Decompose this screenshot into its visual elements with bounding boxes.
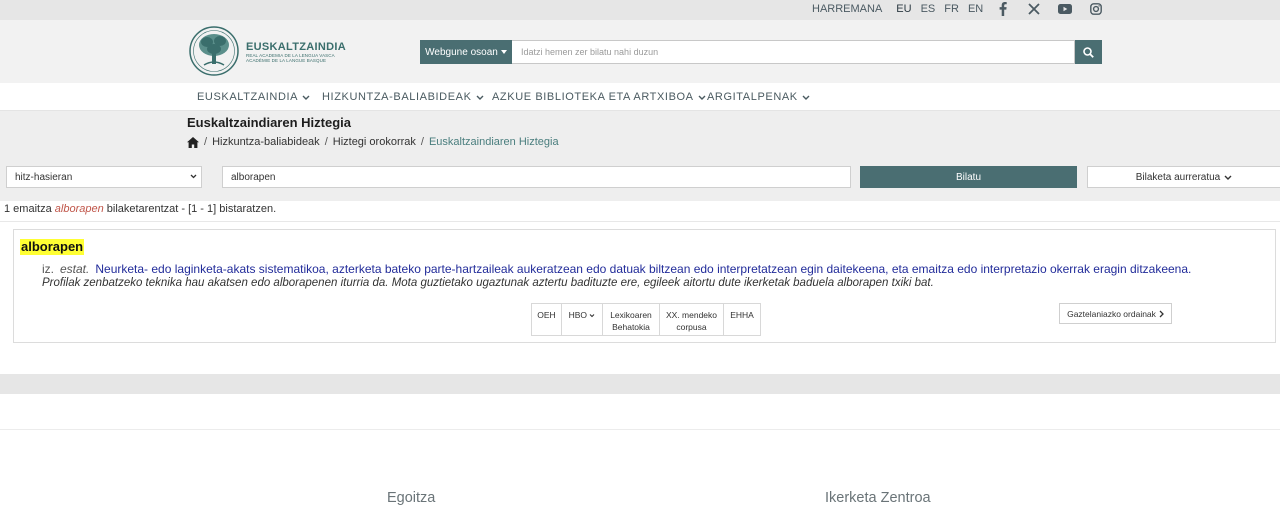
ref-xx-mendeko-corpusa[interactable]: XX. mendeko corpusa <box>660 304 724 335</box>
ref-lexikoaren-behatokia[interactable]: Lexikoaren Behatokia <box>603 304 660 335</box>
breadcrumb-separator: / <box>204 136 208 148</box>
footer-egoitza-heading: Egoitza <box>387 490 436 506</box>
lang-fr[interactable]: FR <box>944 3 959 15</box>
nav-argitalpenak[interactable]: ARGITALPENAK <box>707 91 810 103</box>
x-icon[interactable] <box>1027 2 1041 16</box>
ref-ehha[interactable]: EHHA <box>724 304 760 335</box>
entry-definition: Neurketa- edo laginketa-akats sistematik… <box>95 262 1192 276</box>
match-mode-value: hitz-hasieran <box>15 171 73 183</box>
ref-corpusa-label: corpusa <box>676 322 707 332</box>
nav-hizkuntza-baliabideak[interactable]: HIZKUNTZA-BALIABIDEAK <box>322 91 484 103</box>
chevron-down-icon <box>476 95 484 100</box>
ref-behatokia-label: Behatokia <box>612 322 650 332</box>
nav-hizkuntza-baliabideak-label: HIZKUNTZA-BALIABIDEAK <box>322 91 472 103</box>
lang-es[interactable]: ES <box>921 3 936 15</box>
chevron-down-icon <box>302 95 310 100</box>
main-nav: EUSKALTZAINDIA HIZKUNTZA-BALIABIDEAK AZK… <box>0 83 1280 111</box>
nav-euskaltzaindia-label: EUSKALTZAINDIA <box>197 91 299 103</box>
site-search-input[interactable] <box>512 40 1075 64</box>
footer-divider <box>0 429 1280 430</box>
search-scope-dropdown[interactable]: Webgune osoan <box>420 40 512 64</box>
advanced-search-label: Bilaketa aurreratua <box>1135 171 1221 183</box>
lang-en[interactable]: EN <box>968 3 983 15</box>
entry-definition-line: iz. estat. Neurketa- edo laginketa-akats… <box>42 262 1191 276</box>
results-text-after: bilaketarentzat - [1 - 1] bistaratzen. <box>103 203 277 215</box>
breadcrumb: / Hizkuntza-baliabideak / Hiztegi orokor… <box>187 136 559 148</box>
chevron-down-icon <box>698 95 706 100</box>
instagram-icon[interactable] <box>1089 2 1103 16</box>
page-title: Euskaltzaindiaren Hiztegia <box>187 115 351 130</box>
spanish-translations-label: Gaztelaniazko ordainak <box>1067 308 1156 319</box>
top-links: HARREMANA EU ES FR EN <box>812 3 992 15</box>
bilatu-button[interactable]: Bilatu <box>860 166 1077 188</box>
search-scope-label: Webgune osoan <box>425 46 498 58</box>
results-text-before: emaitza <box>10 203 55 215</box>
chevron-down-icon <box>590 314 595 318</box>
lang-eu[interactable]: EU <box>896 3 911 15</box>
nav-argitalpenak-label: ARGITALPENAK <box>707 91 798 103</box>
nav-azkue-biblioteka[interactable]: AZKUE BIBLIOTEKA ETA ARTXIBOA <box>492 91 706 103</box>
dictionary-search-input[interactable] <box>222 166 851 188</box>
spanish-translations-button[interactable]: Gaztelaniazko ordainak <box>1059 303 1172 324</box>
entry-domain: estat. <box>60 262 90 276</box>
ref-oeh[interactable]: OEH <box>532 304 562 335</box>
footer-ikerketa-heading: Ikerketa Zentroa <box>825 490 931 506</box>
search-icon <box>1083 46 1094 58</box>
breadcrumb-hizkuntza-baliabideak[interactable]: Hizkuntza-baliabideak <box>212 136 320 148</box>
chevron-down-icon <box>1224 175 1232 180</box>
facebook-icon[interactable] <box>996 2 1010 16</box>
ref-hbo[interactable]: HBO <box>562 304 603 335</box>
divider <box>0 221 1280 222</box>
dictionary-search-bar: hitz-hasieran Bilatu Bilaketa aurreratua <box>0 161 1280 201</box>
reference-links: OEH HBO Lexikoaren Behatokia XX. mendeko… <box>531 303 761 336</box>
chevron-right-icon <box>1159 310 1164 317</box>
contact-link[interactable]: HARREMANA <box>812 3 882 15</box>
breadcrumb-hiztegi-orokorrak[interactable]: Hiztegi orokorrak <box>333 136 416 148</box>
brand-sub-fr: ACADÉMIE DE LA LANGUE BASQUE <box>246 58 327 63</box>
youtube-icon[interactable] <box>1058 2 1072 16</box>
footer-band <box>0 374 1280 394</box>
home-icon[interactable] <box>187 136 199 148</box>
ref-ehha-label: EHHA <box>730 310 754 320</box>
results-summary: 1 emaitza alborapen bilaketarentzat - [1… <box>4 203 276 215</box>
dictionary-entry-card: alborapen iz. estat. Neurketa- edo lagin… <box>13 229 1276 343</box>
match-mode-select[interactable]: hitz-hasieran <box>6 166 202 188</box>
top-bar: HARREMANA EU ES FR EN <box>0 0 1280 20</box>
breadcrumb-separator: / <box>420 136 424 148</box>
entry-pos: iz. <box>42 262 54 276</box>
breadcrumb-separator: / <box>324 136 328 148</box>
site-header: EUSKALTZAINDIA REAL ACADEMIA DE LA LENGU… <box>0 20 1280 83</box>
brand-name: EUSKALTZAINDIA <box>246 41 346 53</box>
oak-tree-logo-icon[interactable] <box>189 25 239 77</box>
brand-wordmark[interactable]: EUSKALTZAINDIA REAL ACADEMIA DE LA LENGU… <box>246 41 346 63</box>
nav-euskaltzaindia[interactable]: EUSKALTZAINDIA <box>197 91 310 103</box>
social-links <box>996 2 1120 16</box>
site-search-button[interactable] <box>1075 40 1102 64</box>
ref-lexikoaren-label: Lexikoaren <box>610 310 652 320</box>
site-search: Webgune osoan <box>420 40 1102 64</box>
advanced-search-button[interactable]: Bilaketa aurreratua <box>1087 166 1280 188</box>
ref-xx-mendeko-label: XX. mendeko <box>665 310 718 320</box>
title-bar: Euskaltzaindiaren Hiztegia / Hizkuntza-b… <box>0 111 1280 161</box>
ref-oeh-label: OEH <box>537 310 556 320</box>
caret-down-icon <box>500 50 507 54</box>
chevron-down-icon <box>802 95 810 100</box>
results-term: alborapen <box>54 203 104 215</box>
ref-hbo-label: HBO <box>568 310 588 320</box>
breadcrumb-current: Euskaltzaindiaren Hiztegia <box>428 136 559 148</box>
entry-example: Profilak zenbatzeko teknika hau akatsen … <box>42 277 934 289</box>
nav-azkue-biblioteka-label: AZKUE BIBLIOTEKA ETA ARTXIBOA <box>492 91 694 103</box>
chevron-down-icon <box>190 174 197 179</box>
entry-headword: alborapen <box>20 239 85 255</box>
